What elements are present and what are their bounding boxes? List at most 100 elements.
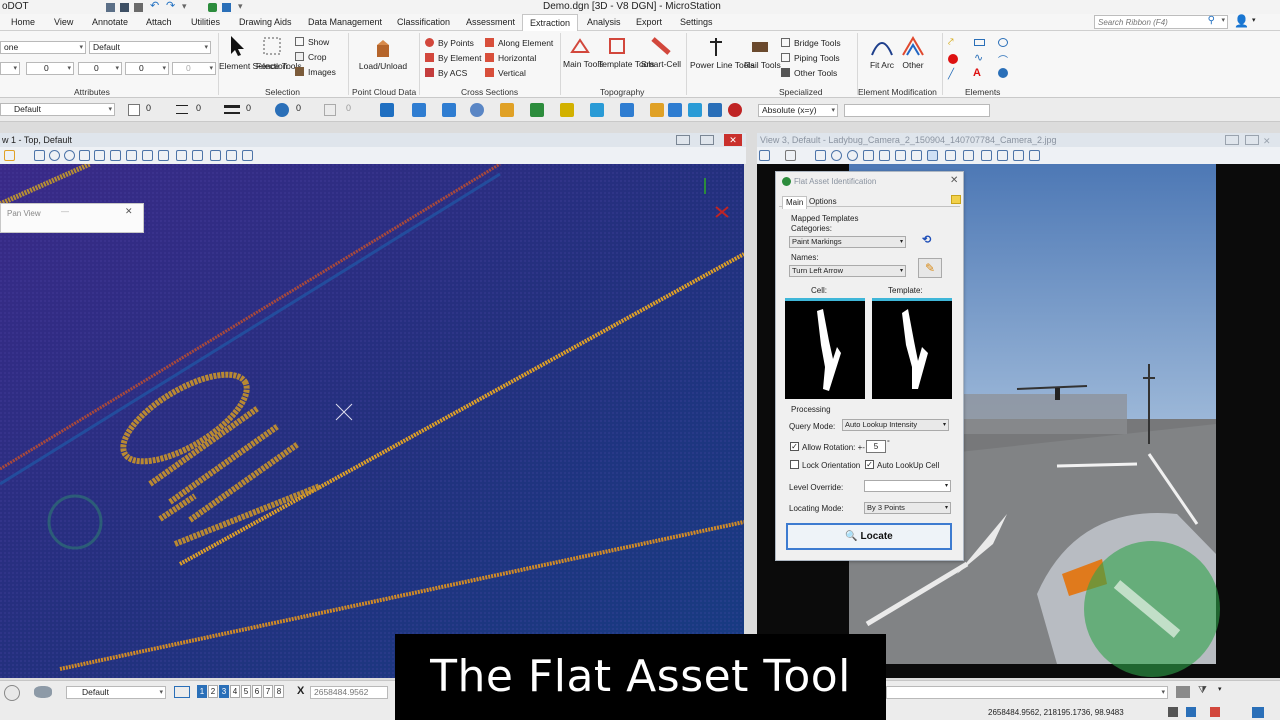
other-modification-icon[interactable] xyxy=(901,35,925,57)
user-icon[interactable]: 👤 xyxy=(1234,14,1249,28)
search-dropdown-icon[interactable]: ▾ xyxy=(1221,16,1225,24)
clip-mask-icon[interactable] xyxy=(210,150,221,161)
other-tools-button[interactable]: Other Tools xyxy=(794,68,837,78)
crop-button[interactable]: Crop xyxy=(308,52,326,62)
pan-view-icon[interactable] xyxy=(911,150,922,161)
point-cloud-view[interactable] xyxy=(0,164,744,678)
layers-icon[interactable] xyxy=(560,103,574,117)
lock-orientation-checkbox[interactable] xyxy=(790,460,799,469)
clip-mask-icon[interactable] xyxy=(1029,150,1040,161)
cloud-icon[interactable] xyxy=(34,686,52,698)
copy-view-icon[interactable] xyxy=(963,150,974,161)
undo-icon[interactable]: ↶ xyxy=(150,0,159,13)
edit-pencil-icon[interactable]: ✎ xyxy=(918,258,942,278)
tab-home[interactable]: Home xyxy=(11,14,35,31)
tab-analysis[interactable]: Analysis xyxy=(587,14,621,31)
show-button[interactable]: Show xyxy=(308,37,329,47)
user-dropdown-icon[interactable]: ▾ xyxy=(1252,16,1256,24)
tab-utilities[interactable]: Utilities xyxy=(191,14,220,31)
reality-mesh-icon[interactable] xyxy=(530,103,544,117)
message-icon[interactable] xyxy=(1252,707,1264,718)
line-weight-dropdown[interactable]: 0 ▾ xyxy=(125,62,169,75)
fence-tools-icon[interactable] xyxy=(262,36,282,56)
search-input[interactable] xyxy=(1095,16,1205,29)
element-info-icon[interactable] xyxy=(4,685,20,701)
minimize-icon[interactable] xyxy=(676,135,690,145)
tab-main[interactable]: Main xyxy=(782,196,808,209)
dialog-close-icon[interactable]: ✕ xyxy=(950,175,958,186)
curve-icon[interactable]: ∿ xyxy=(974,51,983,64)
line-style-icon[interactable] xyxy=(176,105,188,114)
view-toggle-2[interactable]: 2 xyxy=(208,685,218,698)
piping-tools-button[interactable]: Piping Tools xyxy=(794,53,840,63)
by-acs-button[interactable]: By ACS xyxy=(438,68,467,78)
element-template-dropdown[interactable]: Default ▾ xyxy=(0,103,115,116)
window-area-icon[interactable] xyxy=(863,150,874,161)
style-dropdown[interactable]: Default ▾ xyxy=(89,41,211,54)
load-unload-icon[interactable] xyxy=(374,37,392,59)
weight-dropdown[interactable]: 0 ▾ xyxy=(26,62,74,75)
tab-annotate[interactable]: Annotate xyxy=(92,14,128,31)
name-dropdown[interactable]: Turn Left Arrow ▾ xyxy=(789,265,906,277)
color-dropdown[interactable]: ▾ xyxy=(0,62,20,75)
pan-minimize-icon[interactable]: — xyxy=(61,207,69,216)
status-dropdown[interactable]: ▾ xyxy=(886,686,1168,699)
tab-settings[interactable]: Settings xyxy=(680,14,713,31)
rotate-view-icon[interactable] xyxy=(110,150,121,161)
views-icon[interactable] xyxy=(174,686,190,698)
snap-icon[interactable] xyxy=(590,103,604,117)
fit-view-icon[interactable] xyxy=(879,150,890,161)
pin-icon[interactable] xyxy=(208,3,217,12)
camera-icon[interactable] xyxy=(997,150,1008,161)
camera-icon[interactable] xyxy=(226,150,237,161)
level-override-dropdown[interactable]: ▾ xyxy=(864,480,951,492)
template-tools-icon[interactable] xyxy=(607,36,627,56)
main-tools-icon[interactable] xyxy=(570,36,590,56)
save-icon[interactable] xyxy=(120,3,129,12)
dropdown-icon[interactable]: ▾ xyxy=(182,0,187,13)
color-swatch-icon[interactable] xyxy=(128,104,140,116)
capture-icon[interactable] xyxy=(668,103,682,117)
transparency-dropdown[interactable]: 0 ▾ xyxy=(172,62,216,75)
element-selection-button[interactable]: Element Selection xyxy=(219,61,288,71)
clip-volume-icon[interactable] xyxy=(981,150,992,161)
vertical-button[interactable]: Vertical xyxy=(498,68,526,78)
new-file-icon[interactable] xyxy=(106,3,115,12)
view3-titlebar[interactable]: View 3, Default - Ladybug_Camera_2_15090… xyxy=(757,133,1280,147)
tab-drawing-aids[interactable]: Drawing Aids xyxy=(239,14,292,31)
search-element-icon[interactable] xyxy=(650,103,664,117)
lock-status-icon[interactable] xyxy=(1186,707,1196,717)
category-dropdown[interactable]: Paint Markings ▾ xyxy=(789,236,906,248)
rectangle-icon[interactable] xyxy=(974,39,985,46)
smart-cell-button[interactable]: Smart-Cell xyxy=(640,59,682,69)
refresh-icon[interactable]: ⟲ xyxy=(922,233,931,246)
rail-tools-icon[interactable] xyxy=(750,37,770,57)
view-toggle-4[interactable]: 4 xyxy=(230,685,240,698)
locate-button[interactable]: 🔍 Locate xyxy=(786,523,952,550)
search-icon[interactable]: ⚲ xyxy=(1208,15,1215,26)
allow-rotation-checkbox[interactable]: ✓ xyxy=(790,442,799,451)
tab-extraction[interactable]: Extraction xyxy=(522,14,579,31)
zoom-in-icon[interactable] xyxy=(49,150,60,161)
save-status-icon[interactable] xyxy=(1168,707,1178,717)
display-style-icon[interactable] xyxy=(242,150,253,161)
zoom-out-icon[interactable] xyxy=(847,150,858,161)
globe-icon[interactable] xyxy=(470,103,484,117)
fit-arc-button[interactable]: Fit Arc xyxy=(866,60,898,70)
by-element-button[interactable]: By Element xyxy=(438,53,481,63)
by-points-button[interactable]: By Points xyxy=(438,38,474,48)
bridge-tools-button[interactable]: Bridge Tools xyxy=(794,38,841,48)
fit-arc-icon[interactable] xyxy=(870,35,894,57)
print-icon[interactable] xyxy=(134,3,143,12)
view-icon[interactable] xyxy=(222,3,231,12)
view-attributes-icon[interactable] xyxy=(759,150,770,161)
view-toggle-6[interactable]: 6 xyxy=(252,685,262,698)
point-icon[interactable] xyxy=(948,54,958,64)
load-unload-button[interactable]: Load/Unload xyxy=(355,61,411,71)
auto-lookup-cell-checkbox[interactable]: ✓ xyxy=(865,460,874,469)
note-icon[interactable] xyxy=(951,195,961,204)
models-icon[interactable] xyxy=(442,103,456,117)
close-icon[interactable]: ✕ xyxy=(724,134,742,146)
view-group-dropdown[interactable]: Default ▾ xyxy=(66,686,166,699)
search-ribbon-box[interactable]: ⚲ ▾ xyxy=(1094,15,1228,29)
